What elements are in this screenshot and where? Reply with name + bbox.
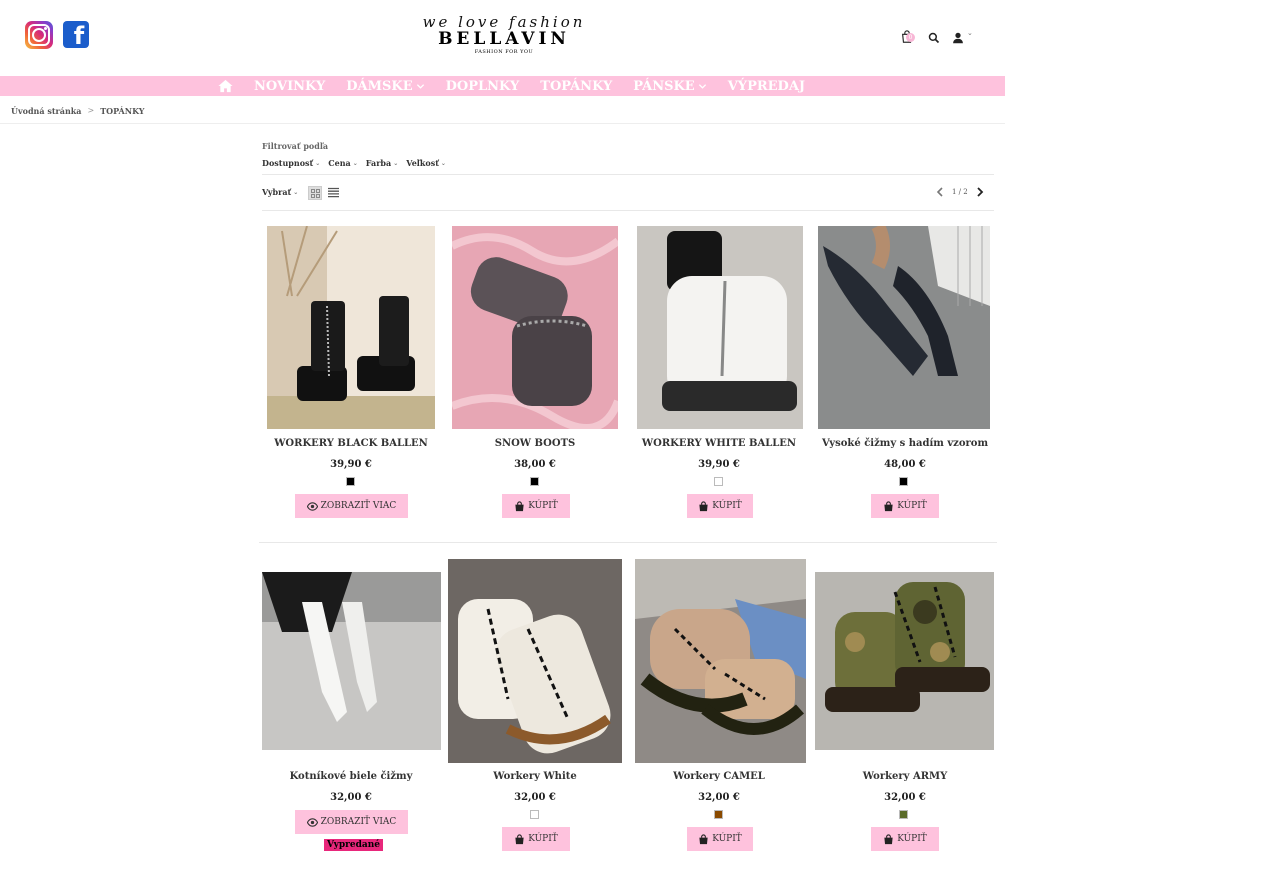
color-swatch[interactable] [530, 477, 539, 486]
shopping-bag-icon [884, 833, 893, 844]
sort-select[interactable]: Vybrať ⌄ [262, 187, 298, 197]
product-name[interactable]: Workery White [445, 771, 625, 782]
shopping-bag-icon [515, 500, 524, 511]
breadcrumb-current: TOPÁNKY [100, 106, 145, 116]
divider [262, 174, 994, 175]
filter-availability[interactable]: Dostupnosť ⌄ [262, 158, 320, 168]
nav-item-topanky[interactable]: TOPÁNKY [540, 79, 612, 94]
product-price: 32,00 € [330, 792, 372, 803]
filter-size[interactable]: Veľkosť ⌄ [406, 158, 446, 168]
product-price: 32,00 € [884, 792, 926, 803]
view-more-button[interactable]: ZOBRAZIŤ VIAC [295, 494, 408, 518]
cart-count-badge: 0 [906, 33, 915, 42]
product-name[interactable]: Kotníkové biele čižmy [261, 771, 441, 782]
buy-button[interactable]: KÚPIŤ [687, 494, 753, 518]
product-image[interactable] [267, 226, 435, 429]
logo-tagline: we love fashion [422, 13, 586, 31]
home-icon[interactable] [218, 79, 233, 93]
shopping-bag-icon [515, 833, 524, 844]
product-price: 32,00 € [514, 792, 556, 803]
buy-button[interactable]: KÚPIŤ [502, 494, 570, 518]
color-swatch[interactable] [346, 477, 355, 486]
product-price: 38,00 € [514, 459, 556, 470]
buy-button[interactable]: KÚPIŤ [502, 827, 570, 851]
shopping-bag-icon [699, 833, 708, 844]
product-image[interactable] [815, 572, 994, 750]
buy-button[interactable]: KÚPIŤ [871, 827, 939, 851]
product-price: 39,90 € [330, 459, 372, 470]
filter-price[interactable]: Cena ⌄ [328, 158, 358, 168]
product-image[interactable] [262, 572, 441, 750]
chevron-down-icon [698, 83, 706, 89]
product-name[interactable]: SNOW BOOTS [445, 438, 625, 449]
page: f we love fashion BELLAVIN FASHION FOR Y… [0, 0, 1005, 871]
divider [259, 542, 997, 543]
color-swatch[interactable] [714, 810, 723, 819]
chevron-left-icon[interactable] [935, 186, 945, 198]
product-name[interactable]: Workery CAMEL [629, 771, 809, 782]
nav-item-damske[interactable]: DÁMSKE [346, 79, 424, 94]
breadcrumb: Úvodná stránka > TOPÁNKY [11, 106, 145, 116]
shopping-bag-icon [699, 500, 708, 511]
user-icon[interactable] [952, 29, 968, 45]
grid-view-icon[interactable] [308, 186, 322, 200]
eye-icon [306, 817, 318, 827]
chevron-down-icon: ⌄ [393, 159, 399, 167]
view-more-button[interactable]: ZOBRAZIŤ VIAC [295, 810, 408, 834]
cart-icon[interactable]: 0 [900, 29, 916, 45]
product-image[interactable] [448, 559, 622, 763]
product-image[interactable] [818, 226, 990, 429]
product-name[interactable]: Vysoké čižmy s hadím vzorom [815, 438, 995, 449]
facebook-icon[interactable]: f [63, 21, 89, 48]
breadcrumb-separator: > [87, 106, 95, 115]
color-swatch[interactable] [899, 810, 908, 819]
filter-color[interactable]: Farba ⌄ [366, 158, 398, 168]
list-view-icon[interactable] [328, 187, 339, 198]
chevron-down-icon [416, 83, 424, 89]
pagination: 1 / 2 [935, 186, 985, 198]
product-image[interactable] [635, 559, 806, 763]
chevron-down-icon: ⌄ [440, 159, 446, 167]
chevron-down-icon: ⌄ [293, 188, 299, 196]
user-menu-caret-icon[interactable]: ⌄ [967, 29, 973, 37]
main-navigation: NOVINKY DÁMSKE DOPLNKY TOPÁNKY PÁNSKE VÝ… [0, 76, 1005, 96]
breadcrumb-home-link[interactable]: Úvodná stránka [11, 106, 81, 116]
chevron-down-icon: ⌄ [315, 159, 321, 167]
logo-wordmark: BELLAVIN [438, 29, 570, 49]
site-logo[interactable]: we love fashion BELLAVIN FASHION FOR YOU [410, 14, 598, 55]
product-price: 32,00 € [698, 792, 740, 803]
filter-bar: Dostupnosť ⌄ Cena ⌄ Farba ⌄ Veľkosť ⌄ [262, 158, 446, 168]
color-swatch[interactable] [714, 477, 723, 486]
instagram-icon[interactable] [25, 21, 53, 49]
divider [262, 210, 994, 211]
divider [0, 123, 1005, 124]
nav-item-doplnky[interactable]: DOPLNKY [446, 79, 520, 94]
chevron-down-icon: ⌄ [352, 159, 358, 167]
page-indicator: 1 / 2 [952, 188, 968, 196]
product-price: 39,90 € [698, 459, 740, 470]
filter-title: Filtrovať podľa [262, 141, 329, 151]
product-image[interactable] [637, 226, 803, 429]
search-icon[interactable] [928, 29, 944, 45]
nav-item-novinky[interactable]: NOVINKY [254, 79, 325, 94]
product-image[interactable] [452, 226, 618, 429]
nav-item-vypredaj[interactable]: VÝPREDAJ [728, 79, 805, 94]
chevron-right-icon[interactable] [975, 186, 985, 198]
logo-subtitle: FASHION FOR YOU [474, 49, 534, 55]
buy-button[interactable]: KÚPIŤ [871, 494, 939, 518]
product-name[interactable]: Workery ARMY [815, 771, 995, 782]
color-swatch[interactable] [899, 477, 908, 486]
sold-out-badge: Vypredané [324, 839, 384, 851]
shopping-bag-icon [884, 500, 893, 511]
product-price: 48,00 € [884, 459, 926, 470]
product-name[interactable]: WORKERY BLACK BALLEN [261, 438, 441, 449]
nav-item-panske[interactable]: PÁNSKE [633, 79, 706, 94]
site-header: f we love fashion BELLAVIN FASHION FOR Y… [0, 0, 1005, 76]
color-swatch[interactable] [530, 810, 539, 819]
eye-icon [306, 501, 318, 511]
buy-button[interactable]: KÚPIŤ [687, 827, 753, 851]
product-name[interactable]: WORKERY WHITE BALLEN [629, 438, 809, 449]
